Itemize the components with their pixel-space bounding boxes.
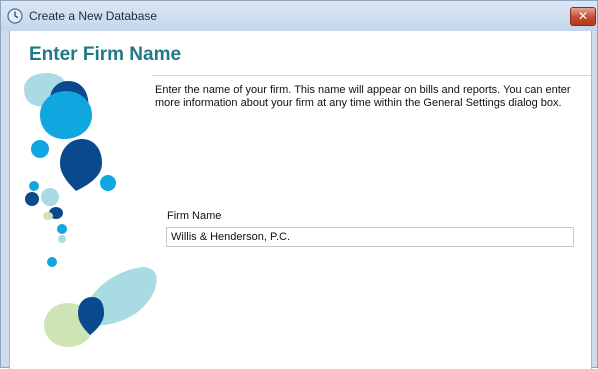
firm-name-input[interactable] — [166, 227, 574, 247]
title-bar[interactable]: Create a New Database ✕ — [1, 1, 597, 31]
heading-divider — [152, 75, 591, 76]
firm-name-label: Firm Name — [167, 210, 222, 222]
clock-icon — [7, 8, 23, 24]
dialog-window: Create a New Database ✕ Enter Firm Name — [0, 0, 598, 369]
close-button[interactable]: ✕ — [570, 7, 596, 26]
page-heading: Enter Firm Name — [29, 44, 182, 65]
dialog-content: Enter Firm Name Enter the name of your f… — [9, 31, 592, 369]
decorative-graphic — [24, 73, 157, 347]
close-icon: ✕ — [577, 9, 589, 23]
description-text: Enter the name of your firm. This name w… — [155, 84, 571, 109]
window-title: Create a New Database — [29, 9, 158, 23]
